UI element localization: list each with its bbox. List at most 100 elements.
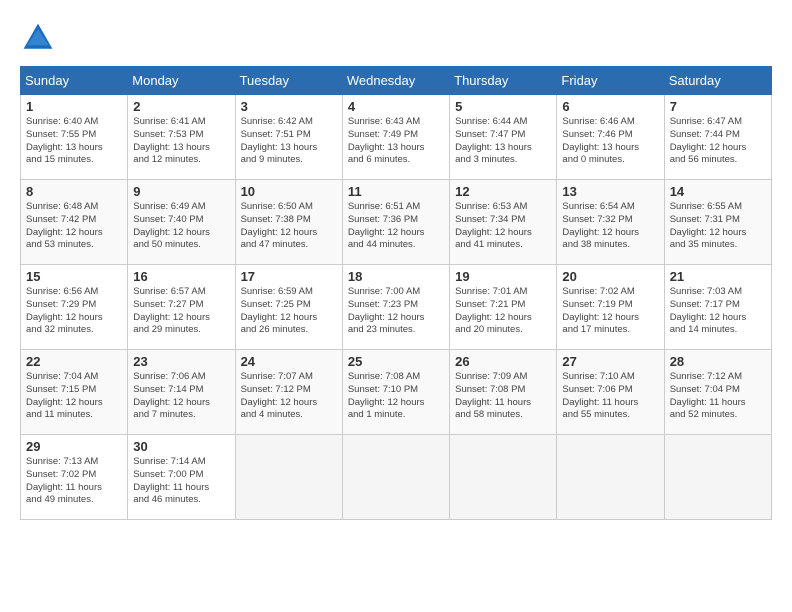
day-info: Sunrise: 7:10 AM Sunset: 7:06 PM Dayligh…: [562, 371, 658, 422]
week-row-5: 29Sunrise: 7:13 AM Sunset: 7:02 PM Dayli…: [21, 435, 772, 520]
header: [20, 20, 772, 56]
day-info: Sunrise: 7:04 AM Sunset: 7:15 PM Dayligh…: [26, 371, 122, 422]
day-cell: 20 Sunrise: 7:02 AM Sunset: 7:19 PM Dayli…: [557, 265, 664, 350]
logo: [20, 20, 60, 56]
day-cell: 13 Sunrise: 6:54 AM Sunset: 7:32 PM Dayli…: [557, 180, 664, 265]
day-info: Sunrise: 7:01 AM Sunset: 7:21 PM Dayligh…: [455, 286, 551, 337]
day-info: Sunrise: 6:56 AM Sunset: 7:29 PM Dayligh…: [26, 286, 122, 337]
day-cell: 26 Sunrise: 7:09 AM Sunset: 7:08 PM Dayli…: [450, 350, 557, 435]
day-info: Sunrise: 6:54 AM Sunset: 7:32 PM Dayligh…: [562, 201, 658, 252]
day-cell: 16Sunrise: 6:57 AM Sunset: 7:27 PM Dayli…: [128, 265, 235, 350]
day-cell: 5 Sunrise: 6:44 AM Sunset: 7:47 PM Daylig…: [450, 95, 557, 180]
day-number: 19: [455, 269, 551, 284]
day-cell: 19 Sunrise: 7:01 AM Sunset: 7:21 PM Dayli…: [450, 265, 557, 350]
col-header-sunday: Sunday: [21, 67, 128, 95]
day-cell: 28 Sunrise: 7:12 AM Sunset: 7:04 PM Dayli…: [664, 350, 771, 435]
day-info: Sunrise: 6:51 AM Sunset: 7:36 PM Dayligh…: [348, 201, 444, 252]
day-number: 24: [241, 354, 337, 369]
day-number: 20: [562, 269, 658, 284]
day-info: Sunrise: 6:47 AM Sunset: 7:44 PM Dayligh…: [670, 116, 766, 167]
day-number: 26: [455, 354, 551, 369]
day-number: 25: [348, 354, 444, 369]
day-number: 28: [670, 354, 766, 369]
day-number: 10: [241, 184, 337, 199]
day-number: 15: [26, 269, 122, 284]
day-info: Sunrise: 6:44 AM Sunset: 7:47 PM Dayligh…: [455, 116, 551, 167]
day-cell: 24Sunrise: 7:07 AM Sunset: 7:12 PM Dayli…: [235, 350, 342, 435]
day-cell: [450, 435, 557, 520]
day-info: Sunrise: 7:08 AM Sunset: 7:10 PM Dayligh…: [348, 371, 444, 422]
day-cell: [235, 435, 342, 520]
day-cell: [664, 435, 771, 520]
day-info: Sunrise: 7:00 AM Sunset: 7:23 PM Dayligh…: [348, 286, 444, 337]
day-cell: [557, 435, 664, 520]
day-info: Sunrise: 7:13 AM Sunset: 7:02 PM Dayligh…: [26, 456, 122, 507]
day-number: 9: [133, 184, 229, 199]
day-cell: 9 Sunrise: 6:49 AM Sunset: 7:40 PM Daylig…: [128, 180, 235, 265]
col-header-friday: Friday: [557, 67, 664, 95]
day-info: Sunrise: 6:48 AM Sunset: 7:42 PM Dayligh…: [26, 201, 122, 252]
day-cell: 6 Sunrise: 6:46 AM Sunset: 7:46 PM Daylig…: [557, 95, 664, 180]
day-cell: 11 Sunrise: 6:51 AM Sunset: 7:36 PM Dayli…: [342, 180, 449, 265]
day-number: 18: [348, 269, 444, 284]
day-info: Sunrise: 7:06 AM Sunset: 7:14 PM Dayligh…: [133, 371, 229, 422]
day-cell: 25 Sunrise: 7:08 AM Sunset: 7:10 PM Dayli…: [342, 350, 449, 435]
day-number: 6: [562, 99, 658, 114]
day-info: Sunrise: 7:09 AM Sunset: 7:08 PM Dayligh…: [455, 371, 551, 422]
day-info: Sunrise: 6:41 AM Sunset: 7:53 PM Dayligh…: [133, 116, 229, 167]
day-number: 13: [562, 184, 658, 199]
day-number: 12: [455, 184, 551, 199]
day-cell: 18 Sunrise: 7:00 AM Sunset: 7:23 PM Dayli…: [342, 265, 449, 350]
day-cell: 27 Sunrise: 7:10 AM Sunset: 7:06 PM Dayli…: [557, 350, 664, 435]
day-info: Sunrise: 7:03 AM Sunset: 7:17 PM Dayligh…: [670, 286, 766, 337]
day-cell: 15 Sunrise: 6:56 AM Sunset: 7:29 PM Dayli…: [21, 265, 128, 350]
week-row-2: 8 Sunrise: 6:48 AM Sunset: 7:42 PM Daylig…: [21, 180, 772, 265]
day-cell: 8 Sunrise: 6:48 AM Sunset: 7:42 PM Daylig…: [21, 180, 128, 265]
day-cell: 23 Sunrise: 7:06 AM Sunset: 7:14 PM Dayli…: [128, 350, 235, 435]
day-number: 3: [241, 99, 337, 114]
day-cell: 14Sunrise: 6:55 AM Sunset: 7:31 PM Dayli…: [664, 180, 771, 265]
day-number: 21: [670, 269, 766, 284]
day-number: 4: [348, 99, 444, 114]
day-cell: 29Sunrise: 7:13 AM Sunset: 7:02 PM Dayli…: [21, 435, 128, 520]
day-info: Sunrise: 7:02 AM Sunset: 7:19 PM Dayligh…: [562, 286, 658, 337]
day-number: 5: [455, 99, 551, 114]
day-number: 2: [133, 99, 229, 114]
day-number: 22: [26, 354, 122, 369]
col-header-tuesday: Tuesday: [235, 67, 342, 95]
day-cell: 17Sunrise: 6:59 AM Sunset: 7:25 PM Dayli…: [235, 265, 342, 350]
week-row-3: 15 Sunrise: 6:56 AM Sunset: 7:29 PM Dayli…: [21, 265, 772, 350]
day-info: Sunrise: 6:53 AM Sunset: 7:34 PM Dayligh…: [455, 201, 551, 252]
day-cell: 1Sunrise: 6:40 AM Sunset: 7:55 PM Daylig…: [21, 95, 128, 180]
day-cell: [342, 435, 449, 520]
day-number: 8: [26, 184, 122, 199]
day-info: Sunrise: 6:49 AM Sunset: 7:40 PM Dayligh…: [133, 201, 229, 252]
day-cell: 10 Sunrise: 6:50 AM Sunset: 7:38 PM Dayli…: [235, 180, 342, 265]
day-info: Sunrise: 6:42 AM Sunset: 7:51 PM Dayligh…: [241, 116, 337, 167]
header-row: SundayMondayTuesdayWednesdayThursdayFrid…: [21, 67, 772, 95]
day-cell: 12 Sunrise: 6:53 AM Sunset: 7:34 PM Dayli…: [450, 180, 557, 265]
day-info: Sunrise: 6:50 AM Sunset: 7:38 PM Dayligh…: [241, 201, 337, 252]
day-info: Sunrise: 6:43 AM Sunset: 7:49 PM Dayligh…: [348, 116, 444, 167]
week-row-1: 1Sunrise: 6:40 AM Sunset: 7:55 PM Daylig…: [21, 95, 772, 180]
col-header-monday: Monday: [128, 67, 235, 95]
day-cell: 22 Sunrise: 7:04 AM Sunset: 7:15 PM Dayli…: [21, 350, 128, 435]
day-cell: 30Sunrise: 7:14 AM Sunset: 7:00 PM Dayli…: [128, 435, 235, 520]
col-header-saturday: Saturday: [664, 67, 771, 95]
day-cell: 7 Sunrise: 6:47 AM Sunset: 7:44 PM Daylig…: [664, 95, 771, 180]
day-number: 17: [241, 269, 337, 284]
day-number: 27: [562, 354, 658, 369]
day-info: Sunrise: 7:14 AM Sunset: 7:00 PM Dayligh…: [133, 456, 229, 507]
col-header-thursday: Thursday: [450, 67, 557, 95]
day-cell: 3 Sunrise: 6:42 AM Sunset: 7:51 PM Daylig…: [235, 95, 342, 180]
day-number: 23: [133, 354, 229, 369]
day-cell: 2 Sunrise: 6:41 AM Sunset: 7:53 PM Daylig…: [128, 95, 235, 180]
day-number: 1: [26, 99, 122, 114]
day-info: Sunrise: 7:12 AM Sunset: 7:04 PM Dayligh…: [670, 371, 766, 422]
day-info: Sunrise: 6:46 AM Sunset: 7:46 PM Dayligh…: [562, 116, 658, 167]
day-info: Sunrise: 6:55 AM Sunset: 7:31 PM Dayligh…: [670, 201, 766, 252]
day-number: 7: [670, 99, 766, 114]
week-row-4: 22 Sunrise: 7:04 AM Sunset: 7:15 PM Dayli…: [21, 350, 772, 435]
day-number: 11: [348, 184, 444, 199]
day-cell: 4 Sunrise: 6:43 AM Sunset: 7:49 PM Daylig…: [342, 95, 449, 180]
